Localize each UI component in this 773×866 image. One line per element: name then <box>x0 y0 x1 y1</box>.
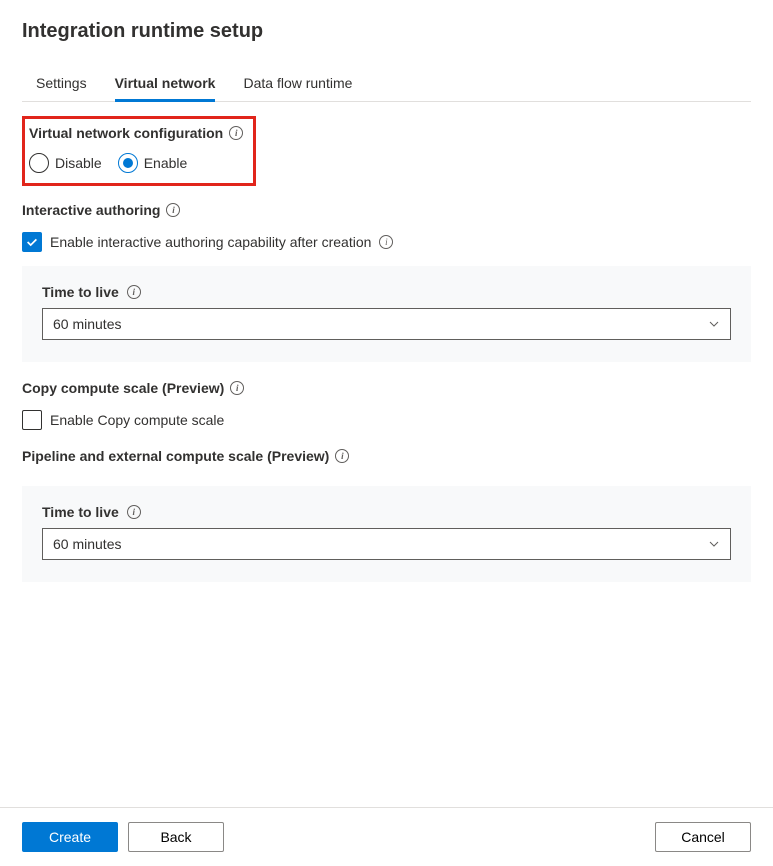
chevron-down-icon <box>708 538 720 550</box>
interactive-authoring-section: Interactive authoring i Enable interacti… <box>22 202 751 362</box>
back-button[interactable]: Back <box>128 822 224 852</box>
checkbox-interactive-authoring[interactable] <box>22 232 42 252</box>
copy-compute-label: Copy compute scale (Preview) i <box>22 380 244 396</box>
interactive-ttl-label-text: Time to live <box>42 284 119 300</box>
vnet-radio-group: Disable Enable <box>29 153 243 173</box>
vnet-config-label-text: Virtual network configuration <box>29 125 223 141</box>
checkbox-copy-compute[interactable] <box>22 410 42 430</box>
copy-compute-section: Copy compute scale (Preview) i Enable Co… <box>22 380 751 430</box>
pipeline-compute-label: Pipeline and external compute scale (Pre… <box>22 448 349 464</box>
radio-enable-label: Enable <box>144 155 188 171</box>
interactive-ttl-value: 60 minutes <box>53 316 121 332</box>
create-button[interactable]: Create <box>22 822 118 852</box>
interactive-ttl-select[interactable]: 60 minutes <box>42 308 731 340</box>
footer: Create Back Cancel <box>0 807 773 866</box>
radio-disable-label: Disable <box>55 155 102 171</box>
pipeline-ttl-label-text: Time to live <box>42 504 119 520</box>
cancel-button[interactable]: Cancel <box>655 822 751 852</box>
pipeline-ttl-panel: Time to live i 60 minutes <box>22 486 751 582</box>
checkmark-icon <box>25 235 39 249</box>
info-icon[interactable]: i <box>166 203 180 217</box>
tab-virtual-network[interactable]: Virtual network <box>115 67 216 101</box>
chevron-down-icon <box>708 318 720 330</box>
radio-circle-icon <box>118 153 138 173</box>
radio-circle-icon <box>29 153 49 173</box>
pipeline-ttl-select[interactable]: 60 minutes <box>42 528 731 560</box>
interactive-authoring-label: Interactive authoring i <box>22 202 180 218</box>
info-icon[interactable]: i <box>229 126 243 140</box>
info-icon[interactable]: i <box>379 235 393 249</box>
checkbox-copy-compute-label: Enable Copy compute scale <box>50 412 224 428</box>
pipeline-ttl-label: Time to live i <box>42 504 141 520</box>
vnet-config-highlight: Virtual network configuration i Disable … <box>22 116 256 186</box>
copy-compute-label-text: Copy compute scale (Preview) <box>22 380 224 396</box>
info-icon[interactable]: i <box>127 505 141 519</box>
tab-settings[interactable]: Settings <box>36 67 87 101</box>
info-icon[interactable]: i <box>230 381 244 395</box>
page-title: Integration runtime setup <box>22 20 751 43</box>
info-icon[interactable]: i <box>335 449 349 463</box>
vnet-config-label: Virtual network configuration i <box>29 125 243 141</box>
interactive-ttl-label: Time to live i <box>42 284 141 300</box>
tab-bar: Settings Virtual network Data flow runti… <box>22 67 751 102</box>
tab-data-flow-runtime[interactable]: Data flow runtime <box>243 67 352 101</box>
radio-disable[interactable]: Disable <box>29 153 102 173</box>
interactive-authoring-label-text: Interactive authoring <box>22 202 160 218</box>
pipeline-compute-label-text: Pipeline and external compute scale (Pre… <box>22 448 329 464</box>
radio-enable[interactable]: Enable <box>118 153 188 173</box>
pipeline-ttl-value: 60 minutes <box>53 536 121 552</box>
info-icon[interactable]: i <box>127 285 141 299</box>
checkbox-interactive-authoring-label: Enable interactive authoring capability … <box>50 234 371 250</box>
pipeline-compute-section: Pipeline and external compute scale (Pre… <box>22 448 751 582</box>
interactive-ttl-panel: Time to live i 60 minutes <box>22 266 751 362</box>
